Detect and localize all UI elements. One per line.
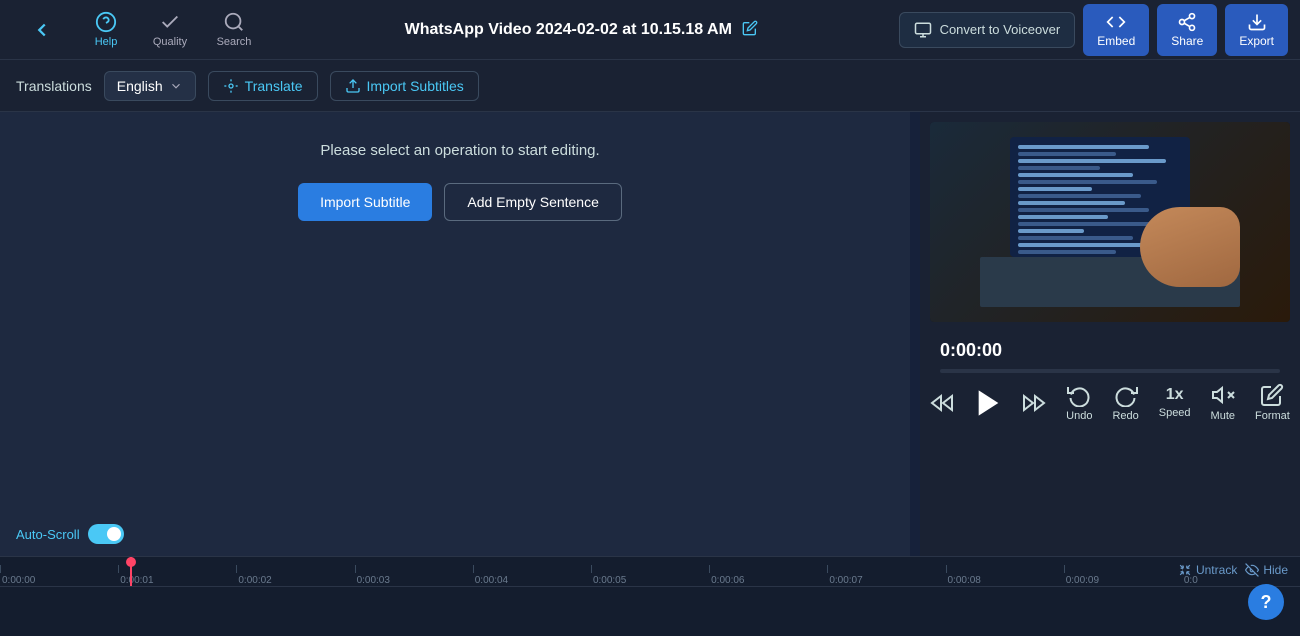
mute-label: Mute — [1211, 410, 1235, 422]
hand-area — [1140, 207, 1240, 287]
speed-button[interactable]: 1x Speed — [1159, 386, 1191, 419]
ruler-tick: 0:00:07 — [827, 561, 945, 586]
translate-button[interactable]: Translate — [208, 71, 318, 101]
ruler-tick: 0:00:05 — [591, 561, 709, 586]
selected-language: English — [117, 78, 163, 94]
progress-bar[interactable] — [940, 369, 1280, 373]
format-icon — [1260, 383, 1284, 407]
add-empty-sentence-button[interactable]: Add Empty Sentence — [444, 183, 622, 221]
export-button[interactable]: Export — [1225, 4, 1288, 56]
timeline-right-controls: Untrack Hide — [1178, 563, 1288, 577]
undo-button[interactable]: Undo — [1066, 383, 1092, 422]
timeline-track[interactable] — [0, 587, 1300, 636]
nav-right: Convert to Voiceover Embed Share Export — [899, 4, 1288, 56]
left-panel: Please select an operation to start edit… — [0, 112, 920, 556]
speed-label: Speed — [1159, 407, 1191, 419]
edit-prompt: Please select an operation to start edit… — [320, 142, 599, 159]
back-icon — [31, 19, 53, 41]
help-label: Help — [95, 36, 118, 48]
import-icon — [345, 78, 361, 94]
main-content: Please select an operation to start edit… — [0, 112, 1300, 556]
ruler-tick: 0:00:03 — [355, 561, 473, 586]
controls-row: Undo Redo 1x Speed Mute Format — [940, 383, 1280, 422]
fast-forward-button[interactable] — [1022, 391, 1046, 415]
import-subtitle-button[interactable]: Import Subtitle — [298, 183, 432, 221]
embed-button[interactable]: Embed — [1083, 4, 1149, 56]
undo-label: Undo — [1066, 410, 1092, 422]
subtitle-toolbar: Translations English Translate Import Su… — [0, 60, 1300, 112]
share-icon — [1177, 12, 1197, 32]
convert-label: Convert to Voiceover — [940, 22, 1061, 37]
back-button[interactable] — [12, 4, 72, 56]
scrollbar-track[interactable] — [910, 112, 920, 556]
search-icon — [223, 11, 245, 33]
fast-forward-icon — [1022, 391, 1046, 415]
ruler-tick: 0:00:00 — [0, 561, 118, 586]
help-fab-button[interactable]: ? — [1248, 584, 1284, 620]
format-label: Format — [1255, 410, 1290, 422]
import-subtitles-button[interactable]: Import Subtitles — [330, 71, 479, 101]
export-icon — [1247, 12, 1267, 32]
hide-icon — [1245, 563, 1259, 577]
right-panel: 0:00:00 Undo R — [920, 112, 1300, 556]
video-preview — [930, 122, 1290, 322]
voiceover-icon — [914, 21, 932, 39]
ruler-tick: 0:00:09 — [1064, 561, 1182, 586]
help-icon — [95, 11, 117, 33]
redo-label: Redo — [1112, 410, 1138, 422]
language-selector[interactable]: English — [104, 71, 196, 101]
hide-button[interactable]: Hide — [1245, 563, 1288, 577]
auto-scroll-toggle[interactable] — [88, 524, 124, 544]
translations-label: Translations — [16, 78, 92, 94]
mute-icon — [1211, 383, 1235, 407]
embed-icon — [1106, 12, 1126, 32]
search-label: Search — [217, 36, 252, 48]
navbar: Help Quality Search WhatsApp Video 2024-… — [0, 0, 1300, 60]
format-button[interactable]: Format — [1255, 383, 1290, 422]
auto-scroll-bar: Auto-Scroll — [16, 524, 124, 544]
edit-title-icon[interactable] — [742, 20, 758, 39]
ruler-tick: 0:00:04 — [473, 561, 591, 586]
rewind-button[interactable] — [930, 391, 954, 415]
page-title: WhatsApp Video 2024-02-02 at 10.15.18 AM — [405, 21, 732, 39]
laptop-image — [980, 137, 1240, 307]
translate-icon — [223, 78, 239, 94]
play-button[interactable] — [974, 389, 1002, 417]
help-button[interactable]: Help — [76, 4, 136, 56]
search-button[interactable]: Search — [204, 4, 264, 56]
chevron-down-icon — [169, 79, 183, 93]
untrack-icon — [1178, 563, 1192, 577]
speed-value: 1x — [1166, 386, 1184, 404]
convert-voiceover-button[interactable]: Convert to Voiceover — [899, 12, 1076, 48]
nav-center: WhatsApp Video 2024-02-02 at 10.15.18 AM — [264, 20, 899, 39]
mute-button[interactable]: Mute — [1211, 383, 1235, 422]
quality-label: Quality — [153, 36, 187, 48]
video-thumbnail — [930, 122, 1290, 322]
time-display: 0:00:00 — [940, 340, 1280, 361]
ruler-tick: 0:00:08 — [946, 561, 1064, 586]
timeline-ruler: 0:00:000:00:010:00:020:00:030:00:040:00:… — [0, 557, 1300, 587]
playhead — [130, 557, 132, 586]
untrack-button[interactable]: Untrack — [1178, 563, 1237, 577]
undo-icon — [1067, 383, 1091, 407]
share-button[interactable]: Share — [1157, 4, 1217, 56]
redo-button[interactable]: Redo — [1112, 383, 1138, 422]
ruler-tick: 0:00:06 — [709, 561, 827, 586]
video-controls: 0:00:00 Undo R — [930, 332, 1290, 430]
ruler-ticks: 0:00:000:00:010:00:020:00:030:00:040:00:… — [0, 561, 1300, 586]
quality-icon — [159, 11, 181, 33]
timeline: 0:00:000:00:010:00:020:00:030:00:040:00:… — [0, 556, 1300, 636]
auto-scroll-label: Auto-Scroll — [16, 527, 80, 542]
rewind-icon — [930, 391, 954, 415]
action-buttons: Import Subtitle Add Empty Sentence — [298, 183, 622, 221]
ruler-tick: 0:00:01 — [118, 561, 236, 586]
play-icon — [974, 389, 1002, 417]
ruler-tick: 0:00:02 — [236, 561, 354, 586]
redo-icon — [1114, 383, 1138, 407]
quality-button[interactable]: Quality — [140, 4, 200, 56]
nav-left: Help Quality Search — [12, 4, 264, 56]
